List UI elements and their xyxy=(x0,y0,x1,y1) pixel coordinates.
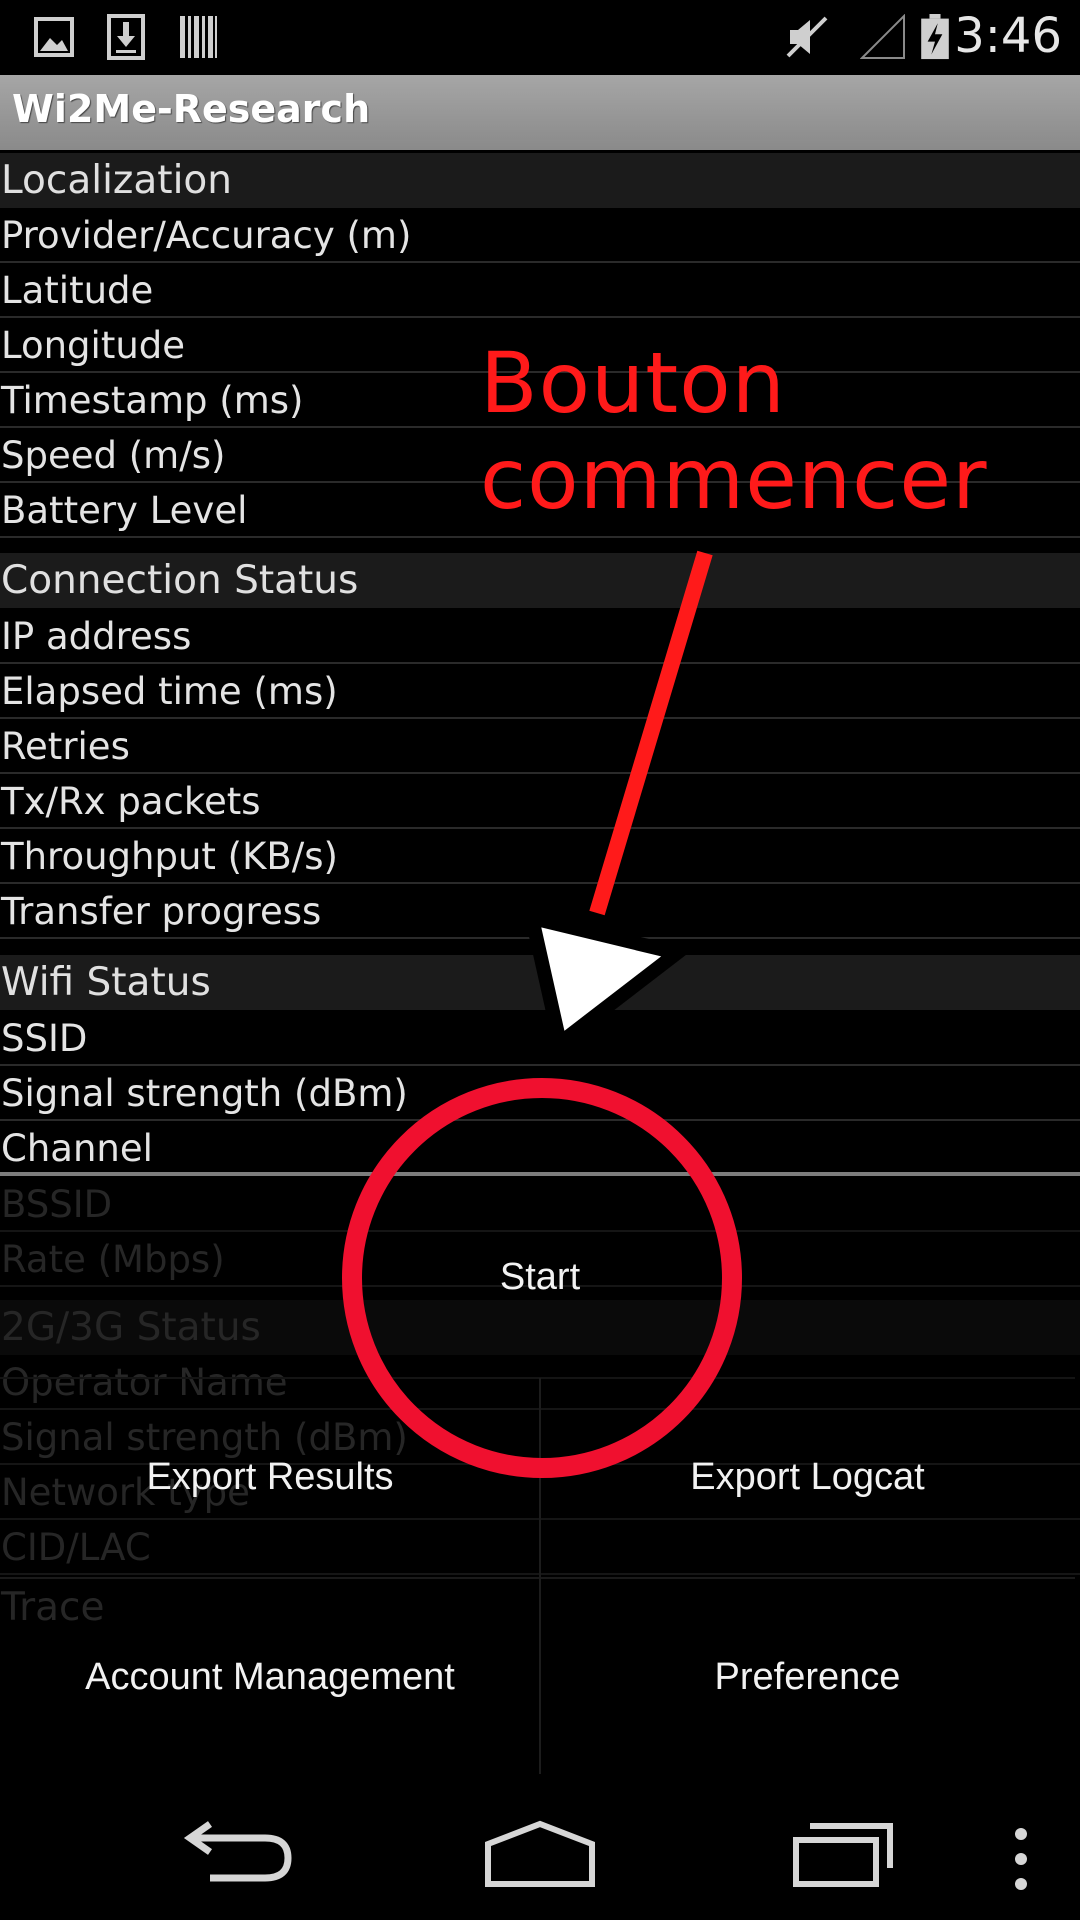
home-icon[interactable] xyxy=(482,1820,598,1890)
row-channel: Channel xyxy=(1,1127,153,1170)
row-provider-accuracy: Provider/Accuracy (m) xyxy=(0,208,1080,263)
export-logcat-button[interactable]: Export Logcat xyxy=(540,1430,1075,1525)
back-icon[interactable] xyxy=(180,1820,300,1890)
row-ssid: SSID xyxy=(0,1011,1080,1066)
barcode-icon xyxy=(180,16,217,58)
row-transfer-progress: Transfer progress xyxy=(0,884,1080,939)
menu-divider xyxy=(0,1172,1080,1176)
row-ip-address: IP address xyxy=(0,609,1080,664)
preference-button[interactable]: Preference xyxy=(540,1630,1075,1725)
annotation-label: Bouton commencer xyxy=(480,335,1040,527)
row-latitude: Latitude xyxy=(0,263,1080,318)
section-header-wifi-status: Wifi Status xyxy=(0,955,1080,1010)
download-icon xyxy=(107,14,145,60)
row-elapsed-time: Elapsed time (ms) xyxy=(0,664,1080,719)
row-signal-strength: Signal strength (dBm) xyxy=(0,1066,1080,1121)
navigation-bar xyxy=(0,1776,1080,1920)
recent-apps-icon[interactable] xyxy=(790,1820,900,1890)
row-bssid: BSSID xyxy=(0,1177,1080,1232)
account-management-button[interactable]: Account Management xyxy=(0,1630,540,1725)
menu-grid-line xyxy=(0,1577,1075,1579)
clock: 3:46 xyxy=(954,8,1062,64)
muted-speaker-icon xyxy=(786,16,828,58)
battery-charging-icon xyxy=(921,14,949,60)
section-header-connection-status: Connection Status xyxy=(0,553,1080,608)
action-bar: Wi2Me-Research xyxy=(0,75,1080,150)
export-results-button[interactable]: Export Results xyxy=(0,1430,540,1525)
row-retries: Retries xyxy=(0,719,1080,774)
row-throughput: Throughput (KB/s) xyxy=(0,829,1080,884)
start-button[interactable]: Start xyxy=(340,1230,740,1325)
image-icon xyxy=(34,17,74,57)
status-bar: 3:46 xyxy=(0,0,1080,75)
section-header-localization: Localization xyxy=(0,153,1080,208)
annotation-line-2: commencer xyxy=(480,430,988,528)
no-signal-icon xyxy=(860,14,905,59)
annotation-line-1: Bouton xyxy=(480,334,786,432)
app-title: Wi2Me-Research xyxy=(12,87,371,131)
overflow-menu-icon[interactable] xyxy=(1006,1826,1036,1892)
row-tx-rx-packets: Tx/Rx packets xyxy=(0,774,1080,829)
menu-grid-line xyxy=(0,1377,1075,1379)
